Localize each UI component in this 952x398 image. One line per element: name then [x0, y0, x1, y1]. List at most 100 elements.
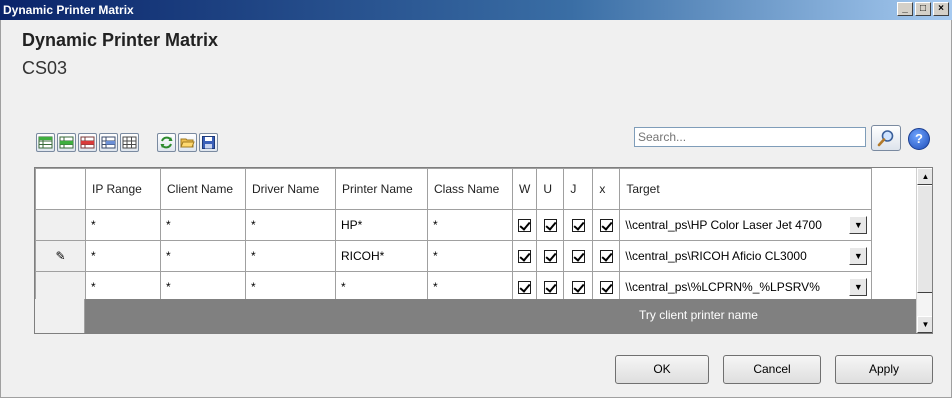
cell-driver-name[interactable]: * — [245, 209, 336, 241]
cell-class-name[interactable]: * — [427, 240, 513, 272]
scrollbar-thumb[interactable] — [917, 185, 932, 293]
cell-printer-name[interactable]: * — [335, 271, 428, 303]
column-header-driver-name[interactable]: Driver Name — [245, 168, 336, 210]
scroll-down-icon[interactable]: ▼ — [917, 316, 932, 333]
column-header-u[interactable]: U — [536, 168, 565, 210]
close-button[interactable]: × — [933, 2, 949, 16]
column-header-target[interactable]: Target — [619, 168, 873, 210]
cell-client-name[interactable]: * — [160, 271, 246, 303]
chevron-down-icon[interactable]: ▼ — [849, 247, 868, 265]
window-titlebar: Dynamic Printer Matrix _ □ × — [0, 0, 952, 20]
chevron-down-icon[interactable]: ▼ — [849, 278, 868, 296]
checkbox-u[interactable] — [543, 250, 557, 264]
cell-driver-name[interactable]: * — [245, 240, 336, 272]
table-row: ✎ * * * RICOH* * \\central_ps\RICOH Afic… — [35, 240, 873, 272]
pencil-edit-icon: ✎ — [55, 249, 66, 263]
target-value: \\central_ps\HP Color Laser Jet 4700 — [625, 218, 822, 232]
cell-ip-range[interactable]: * — [85, 271, 161, 303]
search-input[interactable] — [634, 127, 866, 147]
cell-class-name[interactable]: * — [427, 209, 513, 241]
apply-button[interactable]: Apply — [835, 355, 933, 384]
cell-target[interactable]: \\central_ps\%LCPRN%_%LPSRV% ▼ — [619, 271, 873, 303]
open-button[interactable] — [178, 133, 197, 152]
cell-printer-name[interactable]: HP* — [335, 209, 428, 241]
refresh-button[interactable] — [157, 133, 176, 152]
cell-w — [511, 240, 538, 272]
scroll-up-icon[interactable]: ▲ — [917, 168, 932, 185]
checkbox-w[interactable] — [518, 281, 532, 295]
column-header-class-name[interactable]: Class Name — [427, 168, 513, 210]
table-row: * * * * * \\central_ps\%LCPRN%_%LPSRV% ▼ — [35, 271, 873, 303]
cell-printer-name[interactable]: RICOH* — [335, 240, 428, 272]
cancel-button[interactable]: Cancel — [723, 355, 821, 384]
checkbox-j[interactable] — [571, 281, 585, 295]
minimize-button[interactable]: _ — [897, 2, 913, 16]
row-selector[interactable]: ✎ — [35, 240, 86, 272]
cell-ip-range[interactable]: * — [85, 240, 161, 272]
cell-ip-range[interactable]: * — [85, 209, 161, 241]
window-title: Dynamic Printer Matrix — [3, 3, 134, 17]
grid-footer-row: Try client printer name — [85, 299, 917, 333]
printer-matrix-grid: IP Range Client Name Driver Name Printer… — [34, 167, 933, 334]
cell-client-name[interactable]: * — [160, 240, 246, 272]
table-delete-icon — [80, 136, 95, 149]
cell-x — [592, 209, 621, 241]
vertical-scrollbar[interactable]: ▲ ▼ — [916, 168, 932, 333]
footer-hint-text: Try client printer name — [639, 308, 758, 322]
folder-open-icon — [180, 138, 195, 148]
chevron-down-icon[interactable]: ▼ — [849, 216, 868, 234]
checkbox-w[interactable] — [518, 250, 532, 264]
row-selector[interactable] — [35, 209, 86, 241]
save-button[interactable] — [199, 133, 218, 152]
cell-u — [536, 240, 565, 272]
ok-button[interactable]: OK — [615, 355, 709, 384]
table-add-icon — [38, 136, 53, 149]
delete-row-button[interactable] — [78, 133, 97, 152]
checkbox-x[interactable] — [599, 219, 613, 233]
checkbox-x[interactable] — [599, 250, 613, 264]
column-header-client-name[interactable]: Client Name — [160, 168, 246, 210]
cell-x — [592, 240, 621, 272]
insert-row-above-button[interactable] — [36, 133, 55, 152]
checkbox-x[interactable] — [599, 281, 613, 295]
table-insert-icon — [59, 136, 74, 149]
checkbox-j[interactable] — [571, 250, 585, 264]
new-row-selector[interactable] — [35, 299, 85, 333]
insert-row-below-button[interactable] — [57, 133, 76, 152]
cell-j — [563, 240, 594, 272]
help-button[interactable]: ? — [908, 128, 930, 150]
move-row-button[interactable] — [99, 133, 118, 152]
checkbox-u[interactable] — [543, 281, 557, 295]
checkbox-u[interactable] — [543, 219, 557, 233]
cell-target[interactable]: \\central_ps\RICOH Aficio CL3000 ▼ — [619, 240, 873, 272]
cell-w — [511, 271, 538, 303]
column-header-j[interactable]: J — [563, 168, 594, 210]
table-properties-icon — [122, 136, 137, 149]
row-selector[interactable] — [35, 271, 86, 303]
checkbox-w[interactable] — [518, 219, 532, 233]
cell-j — [563, 209, 594, 241]
cell-driver-name[interactable]: * — [245, 271, 336, 303]
target-value: \\central_ps\RICOH Aficio CL3000 — [625, 249, 807, 263]
checkbox-j[interactable] — [571, 219, 585, 233]
search-button[interactable] — [871, 125, 901, 151]
refresh-icon — [160, 136, 173, 149]
cell-u — [536, 209, 565, 241]
cell-class-name[interactable]: * — [427, 271, 513, 303]
row-header-corner — [35, 168, 86, 210]
table-row: * * * HP* * \\central_ps\HP Color Laser … — [35, 209, 873, 241]
help-icon: ? — [915, 131, 923, 146]
search-icon — [877, 130, 894, 147]
column-header-printer-name[interactable]: Printer Name — [335, 168, 428, 210]
column-header-w[interactable]: W — [511, 168, 538, 210]
grid-header-row: IP Range Client Name Driver Name Printer… — [35, 168, 873, 210]
table-move-icon — [101, 136, 116, 149]
cell-u — [536, 271, 565, 303]
table-properties-button[interactable] — [120, 133, 139, 152]
column-header-x[interactable]: x — [592, 168, 621, 210]
column-header-ip-range[interactable]: IP Range — [85, 168, 161, 210]
cell-target[interactable]: \\central_ps\HP Color Laser Jet 4700 ▼ — [619, 209, 873, 241]
cell-client-name[interactable]: * — [160, 209, 246, 241]
maximize-button[interactable]: □ — [915, 2, 931, 16]
page-subtitle: CS03 — [22, 58, 68, 78]
